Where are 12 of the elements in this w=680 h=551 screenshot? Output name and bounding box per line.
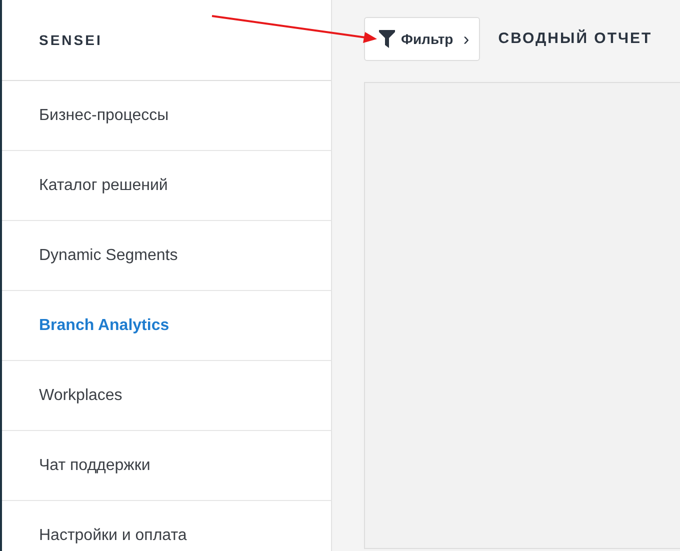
chevron-icon: ›	[463, 30, 470, 48]
brand-name: SENSEI	[39, 30, 102, 50]
sidebar-item[interactable]: Каталог решений	[2, 151, 331, 221]
sidebar-item[interactable]: Dynamic Segments	[2, 221, 331, 291]
sidebar-item[interactable]: Workplaces	[2, 361, 331, 431]
sidebar-item[interactable]: Бизнес-процессы	[2, 81, 331, 151]
filter-button[interactable]: Фильтр ›	[364, 17, 480, 61]
sidebar-item[interactable]: Чат поддержки	[2, 431, 331, 501]
page-title: СВОДНЫЙ ОТЧЕТ	[498, 28, 652, 49]
sidebar-item[interactable]: Настройки и оплата	[2, 501, 331, 551]
filter-icon	[379, 30, 395, 48]
sidebar-item[interactable]: Branch Analytics	[2, 291, 331, 361]
